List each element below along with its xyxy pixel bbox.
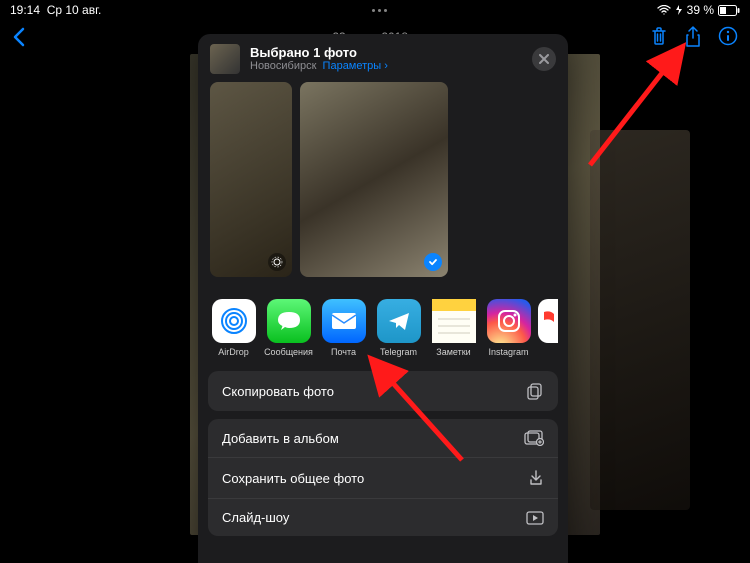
action-label: Сохранить общее фото xyxy=(222,471,364,486)
app-label: Заметки xyxy=(436,347,470,357)
action-slideshow[interactable]: Слайд-шоу xyxy=(208,498,558,536)
app-label: Почта xyxy=(331,347,356,357)
app-notes[interactable]: Заметки xyxy=(428,299,479,357)
sheet-header: Выбрано 1 фото Новосибирск Параметры › xyxy=(198,34,568,82)
status-right: 39 % xyxy=(657,3,740,17)
action-copy-photo[interactable]: Скопировать фото xyxy=(208,371,558,411)
play-icon xyxy=(526,511,544,525)
close-button[interactable] xyxy=(532,47,556,71)
status-time: 19:14 xyxy=(10,3,40,17)
photo-selection-row xyxy=(198,82,568,289)
sheet-subtitle: Новосибирск Параметры › xyxy=(250,60,522,73)
download-icon xyxy=(528,469,544,487)
status-left: 19:14 Ср 10 авг. xyxy=(10,3,101,17)
app-label: Сообщения xyxy=(264,347,313,357)
app-label: Telegram xyxy=(380,347,417,357)
share-actions: Скопировать фото Добавить в альбом Сохра… xyxy=(198,365,568,548)
photo-thumb-2[interactable] xyxy=(300,82,448,277)
action-save-shared[interactable]: Сохранить общее фото xyxy=(208,457,558,498)
sheet-location: Новосибирск xyxy=(250,60,316,72)
app-more[interactable] xyxy=(538,299,558,357)
app-instagram[interactable]: Instagram xyxy=(483,299,534,357)
battery-percent: 39 % xyxy=(687,3,714,17)
app-label: Instagram xyxy=(488,347,528,357)
multitask-dots[interactable] xyxy=(101,9,656,12)
photo-thumb-1[interactable] xyxy=(210,82,292,277)
battery-icon xyxy=(718,5,740,16)
app-airdrop[interactable]: AirDrop xyxy=(208,299,259,357)
app-label: AirDrop xyxy=(218,347,249,357)
back-button[interactable] xyxy=(12,27,26,47)
sheet-title: Выбрано 1 фото xyxy=(250,45,522,61)
action-add-to-album[interactable]: Добавить в альбом xyxy=(208,419,558,457)
status-bar: 19:14 Ср 10 авг. 39 % xyxy=(0,0,750,20)
action-label: Добавить в альбом xyxy=(222,431,339,446)
share-apps-row[interactable]: AirDrop Сообщения Почта Telegram Заметки… xyxy=(198,289,568,365)
app-mail[interactable]: Почта xyxy=(318,299,369,357)
app-messages[interactable]: Сообщения xyxy=(263,299,314,357)
album-add-icon xyxy=(524,430,544,446)
wifi-icon xyxy=(657,5,671,15)
copy-icon xyxy=(526,382,544,400)
trash-icon[interactable] xyxy=(650,26,668,48)
share-icon[interactable] xyxy=(684,26,702,48)
background-photo-side xyxy=(590,130,690,510)
action-label: Скопировать фото xyxy=(222,384,334,399)
app-telegram[interactable]: Telegram xyxy=(373,299,424,357)
charging-icon xyxy=(675,5,683,15)
live-photo-icon xyxy=(268,253,286,271)
options-link[interactable]: Параметры › xyxy=(323,60,388,72)
action-label: Слайд-шоу xyxy=(222,510,289,525)
status-date: Ср 10 авг. xyxy=(47,3,102,17)
share-sheet: Выбрано 1 фото Новосибирск Параметры › A… xyxy=(198,34,568,563)
selected-check-icon xyxy=(424,253,442,271)
header-thumbnail xyxy=(210,44,240,74)
info-icon[interactable] xyxy=(718,26,738,48)
